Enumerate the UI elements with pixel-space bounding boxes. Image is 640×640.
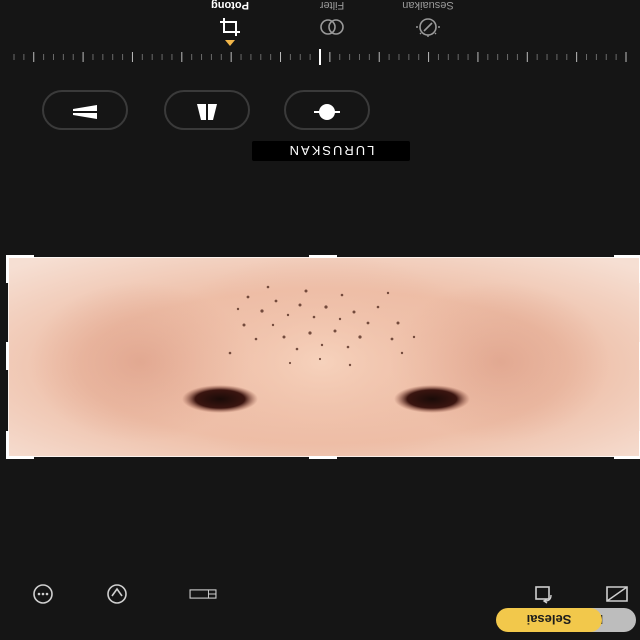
photo-editor: Batalkan Selesai — [0, 0, 640, 640]
rotate-icon[interactable] — [528, 584, 558, 604]
tab-crop[interactable]: Potong — [190, 0, 270, 46]
crop-corner-handle[interactable] — [6, 431, 9, 459]
rotation-dial[interactable] — [12, 49, 628, 65]
tab-adjust-label: Sesuaikan — [402, 0, 454, 11]
crop-corner-handle[interactable] — [6, 255, 34, 258]
crop-corner-handle[interactable] — [614, 456, 640, 459]
horizontal-perspective-icon — [68, 97, 102, 124]
auto-straighten-icon[interactable] — [102, 584, 132, 604]
crop-edge-handle[interactable] — [309, 255, 337, 258]
horizontal-straighten-button[interactable] — [284, 90, 370, 130]
straighten-label: LURUSKAN — [252, 141, 410, 161]
horizontal-straighten-icon — [312, 98, 342, 123]
done-button[interactable]: Selesai — [496, 608, 602, 632]
horizontal-perspective-button[interactable] — [42, 90, 128, 130]
free-transform-icon[interactable] — [602, 584, 632, 604]
crop-corner-handle[interactable] — [6, 456, 34, 459]
crop-edge-handle[interactable] — [309, 456, 337, 459]
crop-edge-handle[interactable] — [6, 342, 9, 370]
adjust-icon — [415, 13, 441, 38]
crop-corner-handle[interactable] — [614, 255, 640, 258]
editor-action-bar: Batalkan Selesai — [0, 576, 640, 640]
tab-crop-label: Potong — [211, 0, 249, 11]
tab-filter[interactable]: Filter — [292, 0, 372, 38]
aspect-ratio-icon[interactable] — [188, 584, 218, 604]
tab-filter-label: Filter — [319, 0, 345, 11]
crop-frame[interactable] — [6, 255, 640, 459]
tab-adjust[interactable]: Sesuaikan — [388, 0, 468, 38]
more-options-icon[interactable] — [28, 584, 58, 604]
vertical-perspective-icon — [192, 96, 222, 125]
crop-corner-handle[interactable] — [6, 255, 9, 283]
crop-icon — [217, 13, 243, 38]
vertical-perspective-button[interactable] — [164, 90, 250, 130]
active-tab-marker — [225, 40, 235, 46]
filter-icon — [317, 13, 347, 38]
